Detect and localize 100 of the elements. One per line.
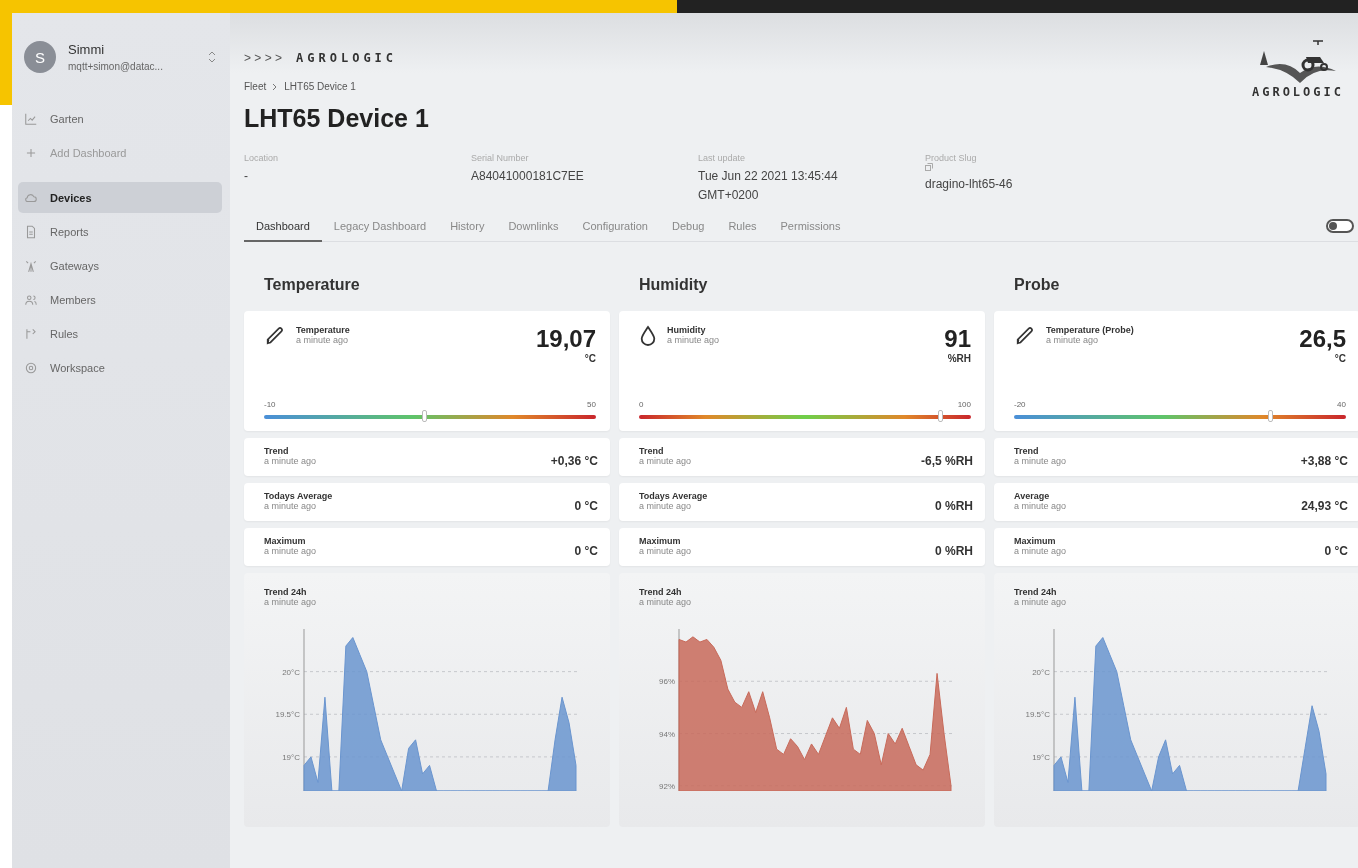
axis-label: 19°C [1032, 752, 1050, 762]
tab[interactable]: Legacy Dashboard [321, 220, 439, 242]
tab[interactable]: Configuration [570, 220, 660, 242]
timestamp: a minute ago [1014, 501, 1067, 511]
breadcrumb-chevrons: > > > > [244, 51, 283, 65]
timestamp: a minute ago [1046, 335, 1100, 345]
stat-value: +0,36 °C [550, 454, 598, 468]
detail-label: Serial Number [471, 153, 530, 163]
timestamp: a minute ago [1014, 456, 1067, 466]
reading-unit: %RH [946, 353, 971, 364]
stat-name: Todays Average [264, 491, 333, 501]
timestamp: a minute ago [1014, 546, 1067, 556]
axis-label: 94% [659, 729, 675, 739]
stat-name: Maximum [264, 536, 307, 546]
detail-value: A84041000181C7EE [471, 168, 585, 185]
stat-value: 0 °C [574, 499, 598, 513]
rules-icon [24, 326, 38, 341]
timestamp: a minute ago [639, 546, 692, 556]
scale-max: 50 [587, 400, 596, 409]
stat-value: 0 °C [574, 544, 598, 558]
toggle-switch[interactable] [1326, 219, 1354, 233]
sidebar-item[interactable]: Garten [18, 103, 222, 134]
stat-name: Trend [264, 446, 290, 456]
stat-value: 0 %RH [935, 544, 973, 558]
timestamp: a minute ago [639, 456, 692, 466]
scale-min: -20 [1014, 400, 1026, 409]
tab[interactable]: Dashboard [244, 220, 322, 242]
detail-value: Tue Jun 22 2021 13:45:44 GMT+0200 [698, 168, 839, 204]
scale-max: 40 [1337, 400, 1346, 409]
stat-name: Maximum [1014, 536, 1057, 546]
user-email: mqtt+simon@datac... [68, 61, 164, 72]
sidebar-item[interactable]: Gateways [18, 250, 222, 281]
droplet-icon [639, 325, 657, 347]
axis-label: 19.5°C [1025, 710, 1050, 720]
detail-label: Last update [698, 153, 747, 163]
settings-icon [24, 360, 38, 375]
timestamp: a minute ago [264, 546, 317, 556]
section-heading: Temperature [263, 275, 361, 295]
copy-icon[interactable] [925, 163, 933, 171]
users-icon [24, 292, 38, 307]
chart-title: Trend 24h [264, 587, 308, 597]
timestamp: a minute ago [264, 597, 318, 607]
tab[interactable]: Downlinks [496, 220, 571, 242]
stat-name: Maximum [639, 536, 682, 546]
detail-label: Product Slug [925, 153, 978, 163]
breadcrumb-link[interactable]: Fleet [244, 81, 267, 92]
tab[interactable]: History [438, 220, 497, 242]
avatar[interactable]: S [24, 41, 56, 73]
sensor-name: Temperature [296, 325, 350, 335]
stat-value: -6,5 %RH [921, 454, 973, 468]
sidebar-item[interactable]: Members [18, 284, 222, 315]
detail-label: Location [244, 153, 280, 163]
chart-title: Trend 24h [639, 587, 683, 597]
document-icon [24, 224, 38, 239]
sidebar-item[interactable]: Rules [18, 318, 222, 349]
timestamp: a minute ago [639, 597, 693, 607]
timestamp: a minute ago [667, 335, 720, 345]
reading-value: 91 [944, 325, 971, 353]
timestamp: a minute ago [296, 335, 350, 345]
timestamp: a minute ago [639, 501, 693, 511]
scale-min: 0 [639, 400, 644, 409]
brand-name: AGROLOGIC [296, 51, 398, 65]
tab[interactable]: Debug [660, 220, 717, 242]
section-heading: Probe [1013, 275, 1061, 295]
timestamp: a minute ago [264, 456, 317, 466]
expand-icon[interactable] [208, 51, 216, 63]
stat-name: Average [1014, 491, 1051, 501]
antenna-icon [24, 258, 38, 273]
detail-value: - [244, 168, 249, 185]
timestamp: a minute ago [1014, 597, 1068, 607]
scale-min: -10 [264, 400, 276, 409]
axis-label: 92% [659, 781, 675, 791]
reading-value: 26,5 [1299, 325, 1346, 353]
detail-value: dragino-lht65-46 [925, 176, 1014, 193]
axis-label: 19.5°C [275, 710, 300, 720]
chart-title: Trend 24h [1014, 587, 1058, 597]
stat-value: 24,93 °C [1301, 499, 1348, 513]
axis-label: 19°C [282, 752, 300, 762]
section-heading: Humidity [638, 275, 709, 295]
reading-value: 19,07 [535, 325, 596, 353]
timestamp: a minute ago [264, 501, 318, 511]
scale-max: 100 [957, 400, 971, 409]
stat-value: 0 %RH [935, 499, 973, 513]
reading-unit: °C [1333, 353, 1346, 364]
stat-name: Todays Average [639, 491, 708, 501]
sidebar-item[interactable]: Devices [18, 182, 222, 213]
axis-label: 20°C [1032, 667, 1050, 677]
logo-text: AGROLOGIC [1251, 85, 1344, 99]
tab[interactable]: Permissions [768, 220, 853, 242]
sidebar-item[interactable]: Reports [18, 216, 222, 247]
axis-label: 20°C [282, 667, 300, 677]
page-title: LHT65 Device 1 [244, 104, 429, 133]
pen-icon [264, 325, 286, 347]
sidebar-item[interactable]: Workspace [18, 352, 222, 383]
sensor-name: Temperature (Probe) [1046, 325, 1134, 335]
axis-label: 96% [659, 677, 675, 687]
tab[interactable]: Rules [716, 220, 769, 242]
stat-name: Trend [1014, 446, 1040, 456]
stat-value: +3,88 °C [1300, 454, 1348, 468]
stat-value: 0 °C [1324, 544, 1348, 558]
